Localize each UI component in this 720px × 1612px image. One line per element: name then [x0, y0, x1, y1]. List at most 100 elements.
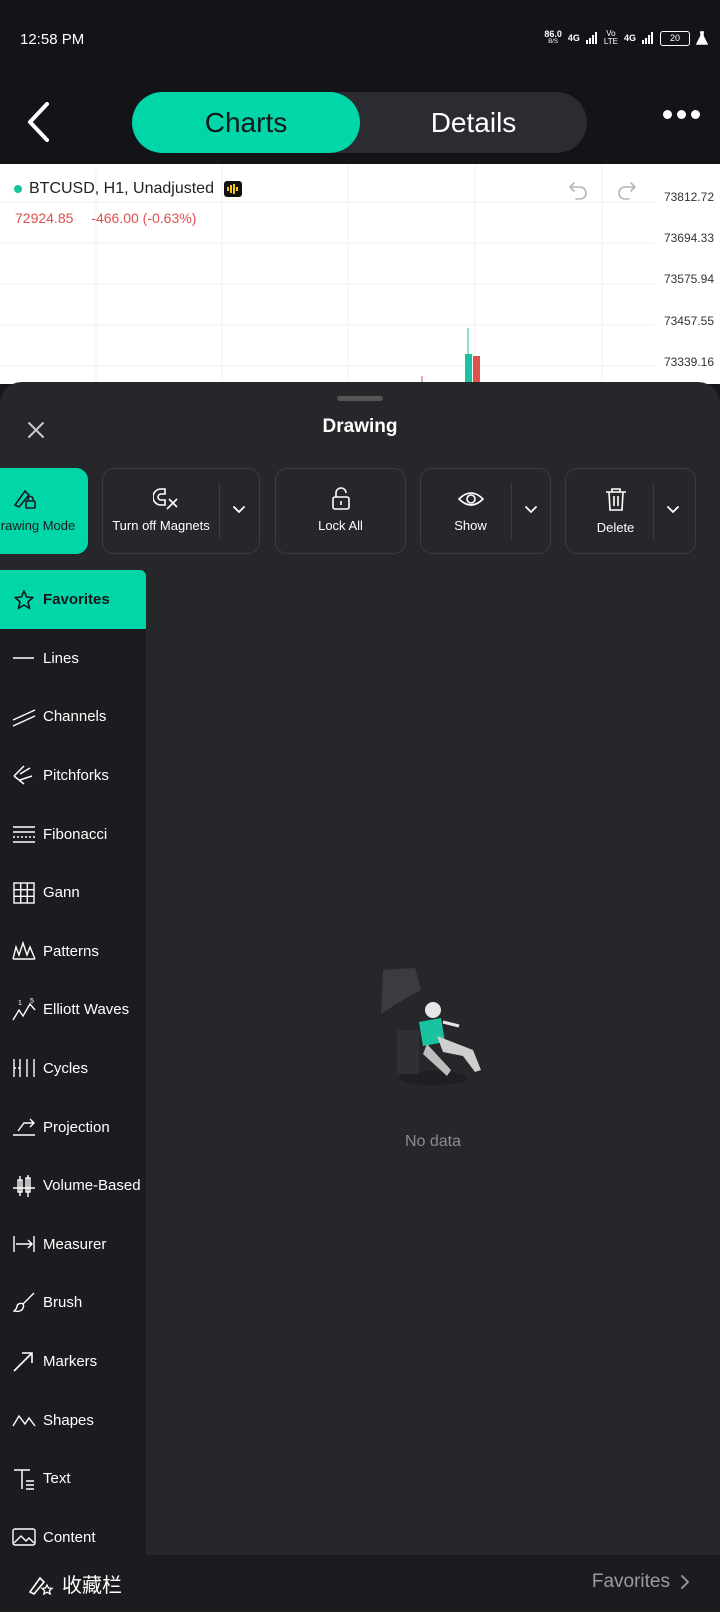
sidebar-item-label: Content [43, 1528, 96, 1546]
sidebar-item-label: Cycles [43, 1059, 89, 1077]
sidebar-item-channels[interactable]: Channels [0, 688, 146, 747]
lock-all-label: Lock All [318, 518, 363, 533]
sidebar-item-projection[interactable]: Projection [0, 1098, 146, 1157]
network-speed-value: 86.0 [544, 29, 562, 39]
empty-state-text: No data [404, 1133, 462, 1150]
magnets-label: Turn off Magnets [112, 518, 210, 533]
sidebar-item-shapes[interactable]: Shapes [0, 1391, 146, 1450]
more-dot-icon [691, 110, 700, 119]
drawing-mode-icon [13, 489, 36, 509]
sidebar-item-volume-based[interactable]: Volume-Based [0, 1156, 146, 1215]
price-axis-label: 73694.33 [663, 231, 714, 245]
favorites-link[interactable]: Favorites [592, 1571, 694, 1593]
sidebar-item-lines[interactable]: Lines [0, 629, 146, 688]
status-icons: 86.0 B/S 4G Vo LTE 4G 20 [544, 30, 708, 46]
chevron-left-icon [28, 102, 49, 142]
tab-charts[interactable]: Charts [132, 92, 360, 153]
svg-text:5: 5 [30, 998, 34, 1005]
measurer-icon [13, 1236, 35, 1253]
sidebar-item-pitchforks[interactable]: Pitchforks [0, 746, 146, 805]
volte-bottom: LTE [603, 37, 618, 46]
sidebar-item-label: Gann [43, 884, 80, 902]
more-dot-icon [677, 110, 686, 119]
sidebar-item-markers[interactable]: Markers [0, 1332, 146, 1391]
volume-icon [13, 1174, 35, 1197]
sidebar-item-label: Favorites [43, 591, 110, 608]
marker-arrow-icon [13, 1352, 33, 1372]
brush-star-icon [28, 1576, 54, 1595]
fibonacci-icon [13, 826, 35, 843]
lock-all-button[interactable]: Lock All [275, 468, 406, 554]
sidebar-item-label: Lines [43, 649, 79, 667]
sidebar-item-text[interactable]: Text [0, 1449, 146, 1508]
market-open-dot [14, 185, 22, 193]
channel-icon [12, 709, 36, 727]
symbol-header[interactable]: BTCUSD, H1, Unadjusted [14, 180, 242, 198]
tab-details[interactable]: Details [360, 92, 587, 153]
drawing-mode-button[interactable]: rawing Mode [0, 468, 88, 554]
audio-badge-icon[interactable] [223, 181, 242, 197]
back-button[interactable] [18, 98, 58, 146]
volte-indicator: Vo LTE [604, 30, 618, 46]
sidebar-item-label: Markers [43, 1352, 98, 1370]
sidebar-item-label: Shapes [43, 1411, 94, 1429]
more-options-button[interactable] [663, 110, 700, 119]
elliott-waves-icon: 15 [12, 998, 36, 1021]
show-label: Show [454, 518, 487, 533]
drag-handle[interactable] [337, 396, 383, 401]
cycles-icon [13, 1059, 35, 1078]
magnets-button[interactable]: Turn off Magnets [102, 468, 260, 554]
last-price: 72924.85 [15, 210, 74, 226]
price-row: 72924.85 -466.00 (-0.63%) [15, 210, 196, 226]
favorites-link-label: Favorites [591, 1571, 670, 1592]
sidebar-item-measurer[interactable]: Measurer [0, 1215, 146, 1274]
drawing-mode-label: rawing Mode [0, 518, 76, 533]
sidebar-item-elliott-waves[interactable]: 15 Elliott Waves [0, 981, 146, 1040]
text-icon [14, 1468, 34, 1490]
sidebar-item-label: Projection [43, 1118, 110, 1136]
svg-text:1: 1 [18, 1000, 22, 1007]
divider [653, 483, 654, 539]
sidebar-item-label: Patterns [43, 942, 99, 960]
shapes-icon [12, 1414, 36, 1427]
chevron-down-icon[interactable] [229, 499, 249, 519]
divider [511, 483, 512, 539]
star-icon [14, 589, 34, 609]
sidebar-item-label: Brush [43, 1294, 83, 1312]
sidebar-item-label: Measurer [43, 1235, 107, 1253]
undo-icon[interactable] [566, 178, 590, 202]
favorites-bar-label: 收藏栏 [62, 1575, 122, 1597]
sidebar-item-label: Volume-Based [43, 1177, 141, 1195]
brush-icon [12, 1292, 35, 1312]
line-icon [13, 657, 34, 660]
empty-state: No data [146, 960, 720, 1151]
projection-icon [13, 1118, 35, 1136]
more-dot-icon [663, 110, 672, 119]
network-speed: 86.0 B/S [544, 30, 562, 46]
flask-icon [696, 31, 708, 45]
sidebar-item-favorites[interactable]: Favorites [0, 570, 146, 629]
lock-icon [331, 487, 350, 510]
sidebar-item-label: Channels [43, 708, 107, 726]
price-axis-label: 73812.72 [663, 190, 714, 204]
sidebar-item-gann[interactable]: Gann [0, 863, 146, 922]
status-time: 12:58 PM [20, 31, 85, 48]
chevron-down-icon[interactable] [663, 499, 683, 519]
delete-button[interactable]: Delete [565, 468, 696, 554]
view-segmented-control: Charts Details [132, 92, 587, 153]
sidebar-item-brush[interactable]: Brush [0, 1274, 146, 1333]
sidebar-item-label: Elliott Waves [43, 1001, 130, 1019]
drawing-category-sidebar: Favorites Lines Channels Pitchforks Fibo… [0, 570, 146, 1555]
sidebar-item-fibonacci[interactable]: Fibonacci [0, 805, 146, 864]
price-axis-label: 73457.55 [663, 314, 714, 328]
price-chart[interactable]: BTCUSD, H1, Unadjusted 72924.85 -466.00 … [0, 164, 720, 384]
network-speed-unit: B/S [548, 39, 558, 45]
show-button[interactable]: Show [420, 468, 551, 554]
sidebar-item-label: Text [43, 1470, 71, 1488]
redo-icon[interactable] [615, 178, 639, 202]
favorites-bar-button[interactable]: 收藏栏 [26, 1569, 122, 1598]
network-type-2: 4G [623, 33, 636, 43]
sidebar-item-patterns[interactable]: Patterns [0, 922, 146, 981]
chevron-down-icon[interactable] [521, 499, 541, 519]
sidebar-item-cycles[interactable]: Cycles [0, 1039, 146, 1098]
